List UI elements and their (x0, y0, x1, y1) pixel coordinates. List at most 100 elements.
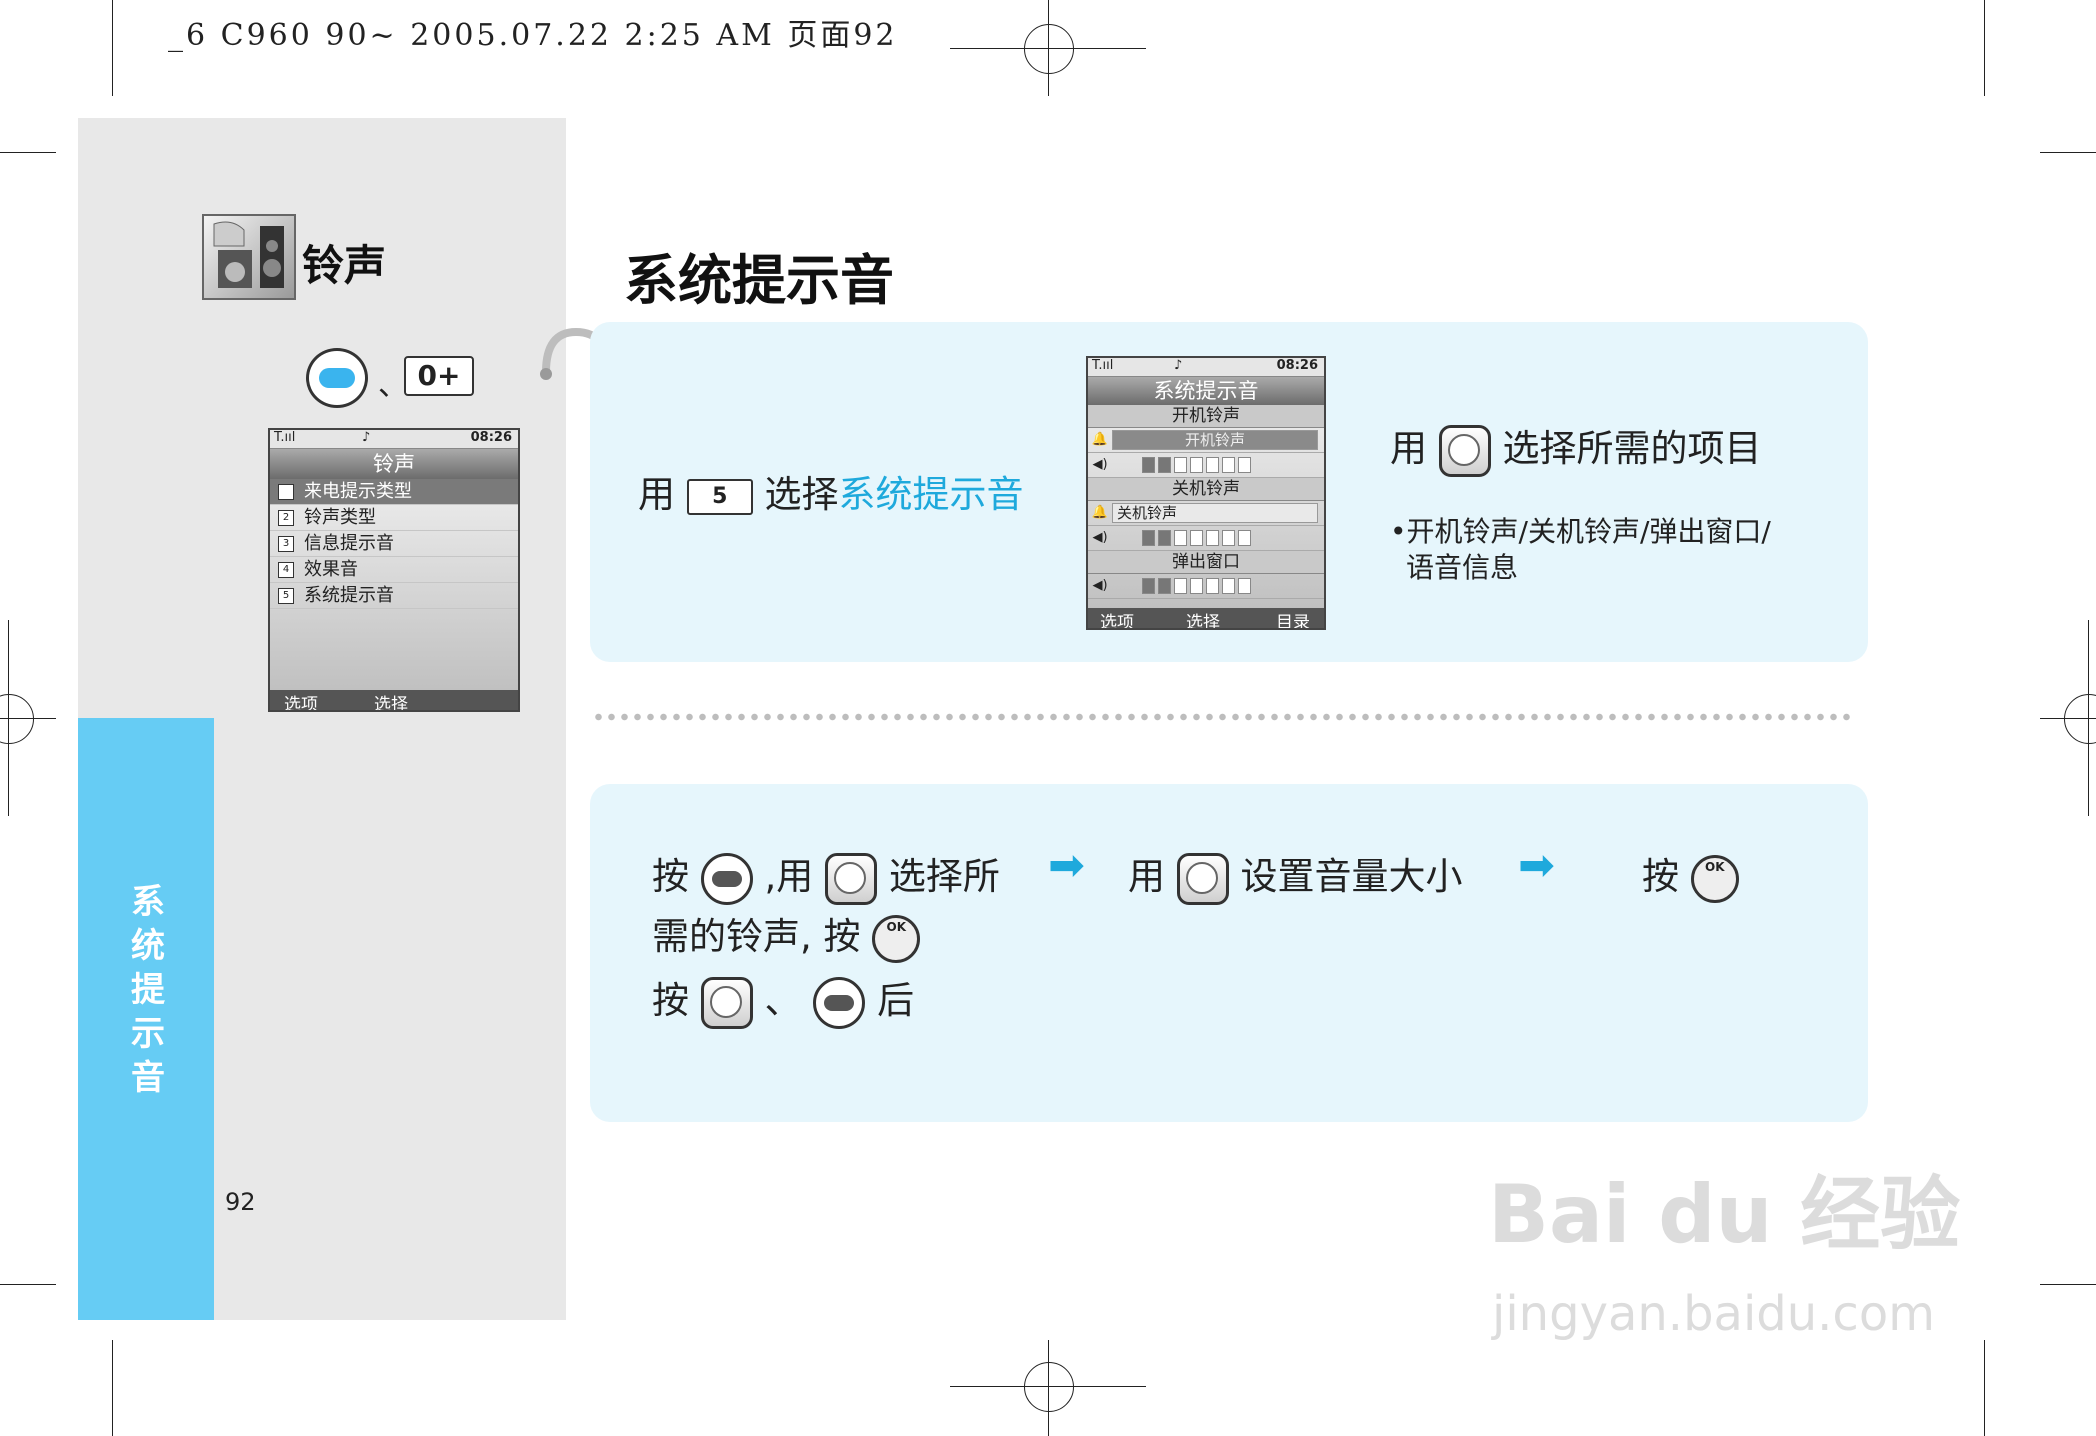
step1-text: 用 5 选择系统提示音 (638, 464, 1024, 518)
menu-item-label: 系统提示音 (304, 585, 394, 606)
side-tab-char: 提 (131, 970, 165, 1010)
menu-key-icon (813, 976, 866, 1029)
menu-item-label: 效果音 (304, 559, 358, 580)
speaker-icon (202, 214, 296, 300)
signal-icon: T.ııl (274, 430, 296, 445)
volume-bar (1112, 530, 1318, 546)
instr-use: ,用 (764, 855, 814, 898)
status-time: 08:26 (1276, 358, 1318, 373)
instr-after: 后 (877, 979, 915, 1022)
bullet-line-1-text: 开机铃声/关机铃声/弹出窗口/ (1406, 515, 1771, 548)
phone-screen-menu: T.ııl ♪ 08:26 铃声 1 来电提示类型 2 铃声类型 3 信息提示音 4效… (268, 428, 520, 712)
volume-row[interactable]: ◀) (1088, 453, 1324, 478)
menu-item-label: 来电提示类型 (304, 481, 412, 502)
signal-icon: T.ııl (1092, 358, 1114, 373)
instr-press: 按 (652, 855, 689, 898)
option-row[interactable]: 🔔 关机铃声 (1088, 501, 1324, 526)
main-title: 系统提示音 (624, 249, 894, 312)
side-tab-text: 系 统 提 示 音 (118, 880, 178, 1100)
softkey-bar: 选项 选择 目录 (1088, 608, 1324, 628)
step1-prefix: 用 (638, 473, 675, 516)
speaker-small-icon: ◀) (1092, 578, 1108, 593)
step1-middle: 选择 (764, 473, 839, 516)
instr-select: 选择所 (888, 855, 1000, 898)
ok-key-icon: OK (872, 914, 921, 963)
softkey-center[interactable]: 选择 (374, 690, 408, 710)
section-title: 铃声 (302, 241, 387, 290)
softkey-center[interactable]: 选择 (1186, 608, 1220, 628)
side-tab-char: 系 (131, 882, 165, 922)
baidu-watermark: Bai du 经验 (1488, 1168, 1961, 1261)
volume-bar (1112, 578, 1318, 594)
menu-item[interactable]: 2 铃声类型 (270, 505, 518, 531)
menu-item-label: 信息提示音 (304, 533, 394, 554)
side-tab-char: 音 (131, 1058, 165, 1098)
option-value: 关机铃声 (1112, 503, 1318, 523)
alert-icon: ♪ (362, 430, 371, 445)
menu-item[interactable]: 1 来电提示类型 (270, 479, 518, 505)
section-header: 弹出窗口 (1088, 551, 1324, 574)
option-row[interactable]: 🔔 开机铃声 (1088, 428, 1324, 453)
softkey-right[interactable]: 目录 (1276, 608, 1310, 628)
step2-label: 选择所需的项目 (1502, 427, 1762, 470)
print-header: _6 C960 90~ 2005.07.22 2:25 AM 页面92 (168, 18, 898, 53)
instr-line2: 需的铃声, 按 (652, 915, 861, 958)
step2-prefix: 用 (1390, 427, 1427, 470)
bullet-line-1: •开机铃声/关机铃声/弹出窗口/ (1390, 515, 1771, 548)
step2-text: 用 选择所需的项目 (1390, 418, 1762, 477)
page-number: 92 (225, 1188, 256, 1216)
zero-key-icon: 0+ (404, 356, 474, 396)
instruction-line-3: 按 、 后 (652, 970, 914, 1029)
watermark-url: jingyan.baidu.com (1492, 1286, 1935, 1342)
arrow-right-icon: ➡ (1518, 840, 1555, 891)
volume-bar (1112, 457, 1318, 473)
volume-row[interactable]: ◀) (1088, 574, 1324, 599)
key-5-icon: 5 (686, 478, 753, 515)
alert-icon: ♪ (1174, 358, 1183, 373)
softkey-left[interactable]: 选项 (1100, 608, 1134, 628)
side-tab-char: 示 (131, 1014, 165, 1054)
softkey-bar: 选项 选择 (270, 690, 518, 710)
step2-bullet: •开机铃声/关机铃声/弹出窗口/ 语音信息 (1390, 514, 1771, 586)
menu-item-number: 3 (278, 536, 294, 552)
menu-item[interactable]: 4 效果音 (270, 557, 518, 583)
phone-title: 铃声 (270, 449, 518, 479)
bullet-line-2: 语音信息 (1406, 551, 1519, 584)
instruction-middle: 用 设置音量大小 (1128, 846, 1463, 905)
status-bar: T.ııl ♪ 08:26 (270, 430, 518, 449)
instruction-end: 按 OK (1642, 846, 1739, 903)
speaker-small-icon: ◀) (1092, 530, 1108, 545)
instr-sep: 、 (764, 979, 802, 1022)
instr-mid-text: 设置音量大小 (1240, 855, 1463, 898)
phone-screen-system: T.ııl ♪ 08:26 系统提示音 开机铃声 🔔 开机铃声 ◀) 关机铃声 … (1086, 356, 1326, 630)
instr-press-2: 按 (652, 979, 689, 1022)
bell-icon: 🔔 (1091, 505, 1109, 520)
down-key-icon (700, 976, 753, 1029)
instruction-line-2: 需的铃声, 按 OK (652, 906, 921, 963)
status-bar: T.ııl ♪ 08:26 (1088, 358, 1324, 377)
option-value: 开机铃声 (1112, 430, 1318, 450)
menu-item-number: 4 (278, 562, 294, 578)
nav-key-icon (825, 852, 878, 905)
menu-item[interactable]: 3 信息提示音 (270, 531, 518, 557)
instruction-line-1: 按 ,用 选择所 (652, 846, 1000, 905)
instr-end-press: 按 (1642, 855, 1679, 898)
menu-item-number: 2 (278, 510, 294, 526)
side-tab-char: 统 (131, 926, 165, 966)
instr-mid-use: 用 (1128, 855, 1165, 898)
nav-key-icon (1176, 852, 1229, 905)
bell-icon: 🔔 (1091, 432, 1109, 447)
ok-key-icon: OK (1690, 854, 1739, 903)
menu-item[interactable]: 5 系统提示音 (270, 583, 518, 609)
step1-highlight: 系统提示音 (838, 473, 1024, 516)
arrow-right-icon: ➡ (1048, 840, 1085, 891)
speaker-small-icon: ◀) (1092, 457, 1108, 472)
softkey-left[interactable]: 选项 (284, 690, 318, 710)
nav-key-icon (1438, 424, 1491, 477)
menu-key-icon (306, 348, 368, 408)
volume-row[interactable]: ◀) (1088, 526, 1324, 551)
dotted-divider (592, 712, 1856, 722)
phone-title: 系统提示音 (1088, 377, 1324, 405)
status-time: 08:26 (470, 430, 512, 445)
section-header: 开机铃声 (1088, 405, 1324, 428)
